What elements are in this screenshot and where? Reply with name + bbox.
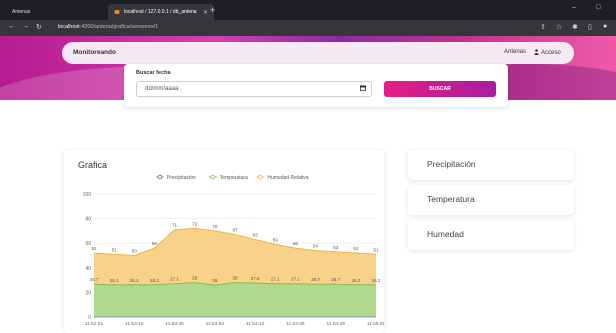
data-label: 27.6 <box>251 276 260 281</box>
data-label: 59 <box>273 237 279 242</box>
x-tick-label: 11:54:49 <box>327 321 346 327</box>
minimize-icon[interactable]: – <box>572 4 576 11</box>
data-label: 63 <box>253 233 259 238</box>
side-card-humedad[interactable]: Humedad <box>408 220 574 250</box>
profile-icon[interactable]: ● <box>603 23 607 30</box>
search-card: Buscar fecha dd/mm/aaaa BUSCAR <box>124 64 508 107</box>
date-input[interactable]: dd/mm/aaaa <box>136 81 372 97</box>
data-label: 53 <box>333 245 339 250</box>
x-tick-label: 11:53:30 <box>165 321 184 327</box>
data-label: 67 <box>232 228 238 233</box>
legend-marker <box>157 174 163 180</box>
line-chart: 0 20 40 60 80 100 26.7 26.1 26.2 26.2 27.1 28 26 28 27… <box>83 174 384 327</box>
data-label: 26.2 <box>372 278 381 283</box>
y-tick-label: 0 <box>88 315 91 321</box>
search-label: Buscar fecha <box>136 70 171 76</box>
url-field[interactable]: localhost:4200/antena/grafica/sensores/1 <box>58 24 158 30</box>
data-label: 51 <box>373 247 379 252</box>
y-tick-label: 20 <box>85 290 91 296</box>
nav-link-acceso[interactable]: Acceso <box>534 49 561 56</box>
calendar-icon[interactable] <box>360 85 366 91</box>
data-label: 26.2 <box>351 278 360 283</box>
y-tick-label: 40 <box>85 266 91 272</box>
y-tick-label: 60 <box>85 241 91 247</box>
data-label: 26.7 <box>311 277 320 282</box>
browser-tab-bar: Antenas localhost / 127.0.0.1 / db_anten… <box>0 0 616 20</box>
legend-marker <box>258 174 263 180</box>
forward-icon[interactable]: → <box>22 23 29 30</box>
data-label: 27.1 <box>170 277 179 282</box>
legend-label: Humedad Relativa <box>267 175 308 181</box>
date-placeholder: dd/mm/aaaa <box>145 86 179 92</box>
data-label: 26.7 <box>90 277 99 282</box>
share-icon[interactable]: ⇪ <box>540 23 546 31</box>
x-tick-label: 11:53:10 <box>125 321 144 327</box>
sidepanel-icon[interactable]: ▯ <box>588 23 592 31</box>
series-area <box>94 282 376 317</box>
data-label: 51 <box>112 247 118 252</box>
y-tick-label: 80 <box>85 217 91 223</box>
nav-link-antenas[interactable]: Antenas <box>504 49 526 55</box>
data-label: 26.2 <box>150 278 159 283</box>
data-label: 52 <box>91 246 97 251</box>
address-bar: ← → ↻ localhost:4200/antena/grafica/sens… <box>0 20 616 36</box>
y-tick-label: 100 <box>83 192 92 198</box>
tab-label: localhost / 127.0.0.1 / db_antena <box>124 9 197 15</box>
legend-marker <box>210 174 215 180</box>
data-label: 26.1 <box>110 278 119 283</box>
side-card-label: Precipitación <box>427 159 476 169</box>
brand-logo-text[interactable]: Monitoreando <box>73 49 116 56</box>
maximize-icon[interactable]: □ <box>596 4 600 11</box>
data-label: 50 <box>132 249 138 254</box>
user-icon <box>534 49 539 55</box>
data-label: 72 <box>192 221 198 226</box>
data-label: 56 <box>152 241 158 246</box>
data-label: 56 <box>293 241 299 246</box>
url-host: localhost <box>58 24 80 30</box>
side-card-label: Temperatura <box>427 194 475 204</box>
data-label: 26.7 <box>331 277 340 282</box>
top-navbar: Monitoreando Antenas Acceso <box>62 42 574 64</box>
nav-link-label: Acceso <box>541 50 561 56</box>
extensions-icon[interactable]: ✱ <box>572 23 578 31</box>
x-tick-label: 11:53:50 <box>206 321 225 327</box>
legend-label: Temperatura <box>220 175 248 181</box>
close-tab-icon[interactable]: ✕ <box>203 9 208 16</box>
data-label: 54 <box>313 244 319 249</box>
data-label: 27.1 <box>271 277 280 282</box>
browser-tab-active[interactable]: localhost / 127.0.0.1 / db_antena ✕ <box>108 4 214 20</box>
data-label: 71 <box>172 223 178 228</box>
data-label: 27.1 <box>291 277 300 282</box>
x-tick-label: 11:54:10 <box>246 321 265 327</box>
favicon-icon <box>114 10 120 14</box>
data-label: 28 <box>232 276 238 281</box>
tab-label: Antenas <box>12 9 31 15</box>
reload-icon[interactable]: ↻ <box>36 23 42 31</box>
side-card-label: Humedad <box>427 229 464 239</box>
x-tick-label: 11:54:29 <box>286 321 305 327</box>
chart-card: Grafica 0 20 40 60 80 100 26.7 26.1 26.2 26.2 27.1… <box>64 150 384 333</box>
data-label: 70 <box>212 224 218 229</box>
back-icon[interactable]: ← <box>8 23 15 30</box>
bookmark-star-icon[interactable]: ☆ <box>556 23 562 31</box>
x-tick-label: 11:52:51 <box>85 321 104 327</box>
search-button[interactable]: BUSCAR <box>384 81 496 97</box>
data-label: 28 <box>192 276 198 281</box>
new-tab-icon[interactable]: + <box>210 4 215 16</box>
data-label: 52 <box>353 246 359 251</box>
url-path: :4200/antena/grafica/sensores/1 <box>79 24 159 30</box>
side-card-precipitacion[interactable]: Precipitación <box>408 150 574 180</box>
legend-label: Precipitación <box>167 175 196 181</box>
data-label: 26.2 <box>130 278 139 283</box>
side-card-temperatura[interactable]: Temperatura <box>408 185 574 215</box>
data-label: 26 <box>212 278 218 283</box>
x-tick-label: 11:55:09 <box>367 321 384 327</box>
